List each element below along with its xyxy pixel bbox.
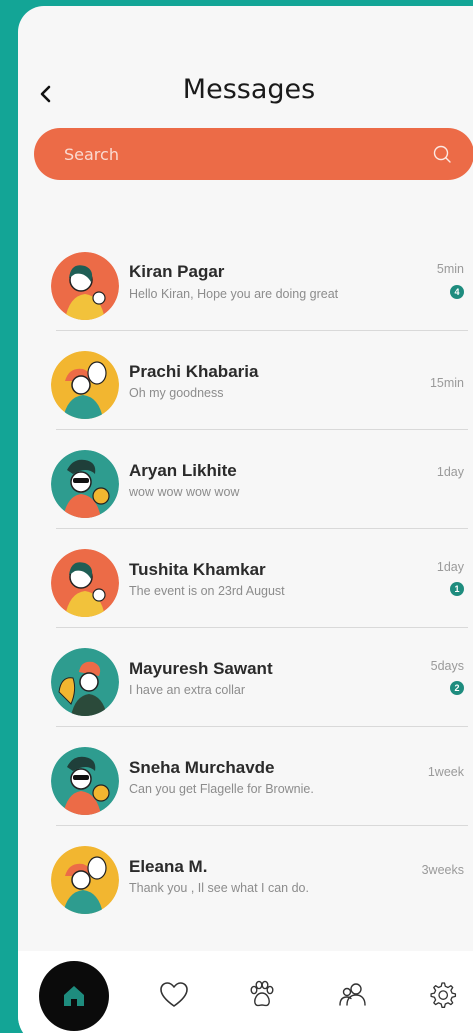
phone-screen: Messages Kiran Pagar Hello Kiran, Hope y… xyxy=(18,6,473,1033)
unread-badge: 4 xyxy=(450,285,464,299)
contact-name: Eleana M. xyxy=(129,857,208,876)
conversation-row[interactable]: Prachi Khabaria Oh my goodness 15min xyxy=(18,331,473,430)
conversation-row[interactable]: Mayuresh Sawant I have an extra collar 5… xyxy=(18,628,473,727)
avatar xyxy=(51,351,119,419)
contact-name: Mayuresh Sawant xyxy=(129,659,273,678)
timestamp: 3weeks xyxy=(421,863,464,877)
page-title: Messages xyxy=(182,74,316,105)
heart-icon xyxy=(160,982,188,1007)
people-icon xyxy=(339,983,366,1006)
header: Messages xyxy=(18,66,473,126)
message-preview: Oh my goodness xyxy=(129,386,224,400)
contact-name: Prachi Khabaria xyxy=(129,362,259,381)
unread-badge: 1 xyxy=(450,582,464,596)
message-preview: The event is on 23rd August xyxy=(129,584,285,598)
avatar xyxy=(51,450,119,518)
nav-favorites-button[interactable] xyxy=(158,979,190,1011)
unread-badge: 2 xyxy=(450,681,464,695)
conversation-list: Kiran Pagar Hello Kiran, Hope you are do… xyxy=(18,232,473,925)
settings-gear-icon xyxy=(430,982,457,1008)
conversation-row[interactable]: Tushita Khamkar The event is on 23rd Aug… xyxy=(18,529,473,628)
avatar xyxy=(51,648,119,716)
conversation-row[interactable]: Kiran Pagar Hello Kiran, Hope you are do… xyxy=(18,232,473,331)
conversation-row[interactable]: Sneha Murchavde Can you get Flagelle for… xyxy=(18,727,473,826)
home-icon xyxy=(64,986,84,1006)
conversation-row[interactable]: Aryan Likhite wow wow wow wow 1day xyxy=(18,430,473,529)
search-icon[interactable] xyxy=(432,144,452,164)
nav-pets-button[interactable] xyxy=(246,979,278,1011)
nav-settings-button[interactable] xyxy=(426,979,458,1011)
message-preview: I have an extra collar xyxy=(129,683,246,697)
avatar xyxy=(51,846,119,914)
message-preview: Thank you , Il see what I can do. xyxy=(129,881,309,895)
search-input[interactable] xyxy=(64,144,432,164)
timestamp: 1day xyxy=(436,465,464,479)
timestamp: 15min xyxy=(429,376,464,390)
timestamp: 1day xyxy=(436,560,464,574)
message-preview: wow wow wow wow xyxy=(129,485,240,499)
message-preview: Hello Kiran, Hope you are doing great xyxy=(129,287,339,301)
avatar xyxy=(51,549,119,617)
bottom-navigation xyxy=(18,951,473,1033)
timestamp: 1week xyxy=(427,765,464,779)
timestamp: 5min xyxy=(436,262,464,276)
avatar xyxy=(51,252,119,320)
contact-name: Aryan Likhite xyxy=(129,461,237,480)
contact-name: Kiran Pagar xyxy=(129,262,225,281)
message-preview: Can you get Flagelle for Brownie. xyxy=(129,782,314,796)
search-bar[interactable] xyxy=(34,128,473,180)
contact-name: Tushita Khamkar xyxy=(129,560,266,579)
timestamp: 5days xyxy=(430,659,464,673)
nav-home-button[interactable] xyxy=(39,961,109,1031)
contact-name: Sneha Murchavde xyxy=(129,758,275,777)
avatar xyxy=(51,747,119,815)
nav-community-button[interactable] xyxy=(336,979,368,1011)
paw-icon xyxy=(250,980,274,1007)
conversation-row[interactable]: Eleana M. Thank you , Il see what I can … xyxy=(18,826,473,925)
